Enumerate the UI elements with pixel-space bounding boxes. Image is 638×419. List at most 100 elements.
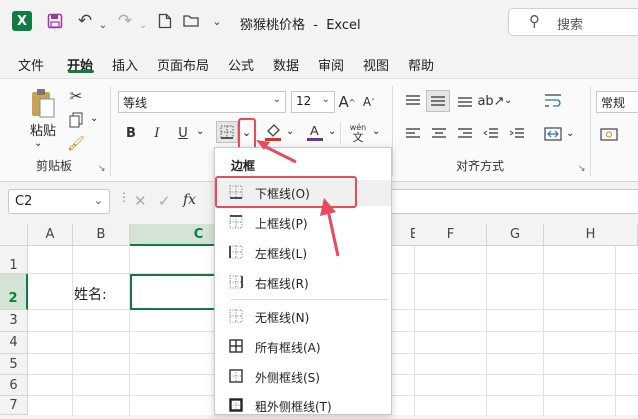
row-header-1[interactable]: 1: [0, 246, 28, 274]
name-box-value: C2: [15, 194, 33, 209]
gridline: [414, 246, 415, 416]
customize-toolbar-icon[interactable]: ⌄: [206, 10, 228, 32]
new-file-icon[interactable]: [154, 10, 176, 32]
insert-function-icon[interactable]: fx: [183, 192, 196, 208]
cancel-entry-icon[interactable]: ✕: [134, 192, 147, 210]
borders-icon[interactable]: [216, 121, 238, 143]
row-header-6[interactable]: 6: [0, 375, 28, 396]
phonetic-guide-icon[interactable]: wén 文: [346, 120, 370, 146]
row-header-7[interactable]: 7: [0, 396, 28, 415]
bold-icon[interactable]: B: [122, 123, 140, 143]
font-color-icon[interactable]: A: [304, 121, 326, 143]
align-left-icon[interactable]: [402, 123, 424, 145]
alignment-group-label: 对齐方式: [456, 159, 505, 173]
select-all-corner[interactable]: [0, 224, 28, 246]
menu-item-label: 左框线(L): [255, 247, 308, 261]
align-bottom-icon[interactable]: [454, 90, 476, 112]
column-header-f[interactable]: F: [415, 224, 487, 246]
copy-icon[interactable]: [66, 110, 86, 130]
wrap-text-icon[interactable]: [542, 90, 564, 112]
row-header-3[interactable]: 3: [0, 310, 28, 332]
column-header-b[interactable]: B: [73, 224, 130, 246]
merge-dropdown-icon[interactable]: ⌄: [566, 128, 574, 139]
tab-help[interactable]: 帮助: [408, 55, 434, 74]
gridline: [543, 246, 544, 416]
alignment-dialog-launcher-icon[interactable]: ↘: [578, 164, 586, 174]
gridline: [486, 246, 487, 416]
phonetic-dropdown-icon[interactable]: ⌄: [372, 126, 380, 137]
tab-review[interactable]: 审阅: [318, 55, 344, 74]
merge-center-icon[interactable]: [542, 123, 564, 145]
svg-text:A: A: [310, 123, 319, 138]
clipboard-group-label: 剪贴板: [36, 159, 73, 173]
column-header-g[interactable]: G: [487, 224, 544, 246]
all-borders-icon: [229, 339, 243, 353]
confirm-entry-icon[interactable]: ✓: [158, 192, 171, 210]
decrease-font-size-icon[interactable]: Aˇ: [360, 91, 378, 113]
paste-button-label[interactable]: 粘贴: [30, 120, 56, 139]
align-right-icon[interactable]: [454, 123, 476, 145]
italic-icon[interactable]: I: [148, 123, 166, 143]
menu-item-label: 所有框线(A): [255, 341, 321, 355]
chevron-down-icon[interactable]: ⌄: [132, 14, 154, 36]
underline-icon[interactable]: U: [174, 123, 192, 143]
accounting-format-icon[interactable]: [598, 123, 620, 145]
no-border-icon: [229, 309, 243, 323]
gridline: [129, 246, 130, 416]
font-name-select[interactable]: 等线 ⌄: [118, 91, 286, 113]
tab-formulas[interactable]: 公式: [228, 55, 254, 74]
menu-item-outside-borders[interactable]: 外侧框线(S): [215, 364, 391, 390]
tab-insert[interactable]: 插入: [112, 55, 138, 74]
tab-file[interactable]: 文件: [18, 55, 44, 74]
tab-view[interactable]: 视图: [363, 55, 389, 74]
group-divider: [590, 86, 591, 176]
clipboard-dialog-launcher-icon[interactable]: ↘: [98, 164, 106, 174]
chevron-down-icon[interactable]: ⌄: [92, 14, 114, 36]
save-icon[interactable]: [44, 10, 66, 32]
tab-page-layout[interactable]: 页面布局: [157, 55, 209, 74]
align-middle-icon[interactable]: [426, 90, 450, 112]
row-header-2[interactable]: 2: [0, 274, 28, 310]
menu-item-label: 粗外侧框线(T): [255, 400, 332, 414]
column-header-a[interactable]: A: [28, 224, 73, 246]
cut-icon[interactable]: ✂: [66, 86, 86, 106]
tab-data[interactable]: 数据: [273, 55, 299, 74]
number-format-select[interactable]: 常规: [596, 91, 638, 113]
gridline: [72, 246, 73, 416]
left-border-icon: [229, 245, 243, 259]
font-size-value: 12: [296, 94, 312, 108]
active-tab-indicator: [68, 70, 94, 73]
font-size-select[interactable]: 12 ⌄: [291, 91, 335, 113]
font-color-dropdown-icon[interactable]: ⌄: [328, 126, 336, 137]
chevron-down-icon[interactable]: ⌄: [94, 194, 103, 207]
paste-dropdown-icon[interactable]: ⌄: [34, 138, 42, 149]
cell-b2[interactable]: 姓名:: [74, 284, 107, 304]
name-box[interactable]: C2 ⌄: [8, 189, 110, 214]
orientation-icon[interactable]: ab↗: [477, 90, 504, 112]
orientation-dropdown-icon[interactable]: ⌄: [504, 95, 512, 106]
menu-item-label: 上框线(P): [255, 217, 308, 231]
increase-font-size-icon[interactable]: A ^: [338, 91, 356, 113]
row-header-4[interactable]: 4: [0, 332, 28, 354]
menu-item-left-border[interactable]: 左框线(L): [215, 240, 391, 266]
search-label: 搜索: [557, 18, 584, 33]
search-input[interactable]: ⚲ 搜索: [508, 8, 638, 36]
copy-dropdown-icon[interactable]: ⌄: [90, 113, 98, 124]
menu-item-thick-outside-borders[interactable]: 粗外侧框线(T): [215, 393, 391, 419]
open-folder-icon[interactable]: [180, 10, 202, 32]
group-divider: [340, 122, 341, 144]
paste-icon[interactable]: [28, 86, 58, 120]
align-top-icon[interactable]: [402, 90, 424, 112]
menu-item-right-border[interactable]: 右框线(R): [215, 270, 391, 296]
number-format-value: 常规: [601, 96, 626, 110]
decrease-indent-icon[interactable]: [480, 123, 502, 145]
column-header-h[interactable]: H: [544, 224, 638, 246]
menu-item-top-border[interactable]: 上框线(P): [215, 210, 391, 236]
menu-item-no-border[interactable]: 无框线(N): [215, 304, 391, 330]
menu-item-all-borders[interactable]: 所有框线(A): [215, 334, 391, 360]
underline-dropdown-icon[interactable]: ⌄: [196, 126, 204, 137]
increase-indent-icon[interactable]: [506, 123, 528, 145]
format-painter-icon[interactable]: 🖌: [66, 134, 86, 154]
row-header-5[interactable]: 5: [0, 354, 28, 375]
align-center-icon[interactable]: [428, 123, 450, 145]
